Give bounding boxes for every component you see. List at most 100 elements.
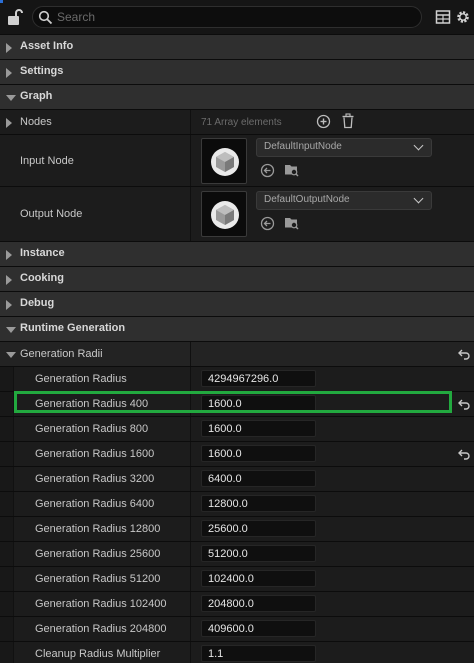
property-label: Generation Radius 25600 (35, 548, 161, 560)
category-label: Instance (20, 247, 65, 259)
property-label: Generation Radius 800 (35, 423, 149, 435)
browse-folder-icon[interactable] (284, 162, 299, 177)
property-generation-radius-1600: Generation Radius 1600 1600.0 (0, 441, 474, 466)
property-generation-radius-12800: Generation Radius 12800 25600.0 (0, 516, 474, 541)
array-count: 71 Array elements (201, 117, 282, 128)
property-label: Generation Radius 3200 (35, 473, 155, 485)
column-splitter[interactable] (190, 442, 191, 466)
trash-icon[interactable] (341, 113, 355, 129)
corner-accent-icon (0, 0, 3, 3)
reset-to-default-icon[interactable] (458, 448, 471, 460)
property-generation-radius-800: Generation Radius 800 1600.0 (0, 416, 474, 441)
input-node-combo[interactable]: DefaultInputNode (256, 138, 432, 157)
property-label: Cleanup Radius Multiplier (35, 648, 161, 660)
reset-to-default-icon[interactable] (458, 348, 471, 360)
collapse-arrow-icon (6, 327, 16, 333)
highlight-box (14, 391, 452, 413)
property-generation-radius-6400: Generation Radius 6400 12800.0 (0, 491, 474, 516)
indent-gutter (0, 392, 14, 416)
column-splitter[interactable] (190, 110, 191, 134)
combo-value: DefaultInputNode (264, 141, 342, 152)
output-node-combo[interactable]: DefaultOutputNode (256, 191, 432, 210)
property-label: Generation Radius 12800 (35, 523, 161, 535)
category-cooking[interactable]: Cooking (0, 266, 474, 291)
output-node-thumbnail[interactable] (201, 191, 247, 237)
property-generation-radius: Generation Radius 4294967296.0 (0, 366, 474, 391)
property-generation-radius-3200: Generation Radius 3200 6400.0 (0, 466, 474, 491)
indent-gutter (0, 442, 14, 466)
value-field[interactable]: 51200.0 (201, 545, 316, 562)
property-input-node: Input Node DefaultInputNode (0, 134, 474, 186)
property-generation-radii: Generation Radii (0, 341, 474, 366)
column-splitter[interactable] (190, 342, 191, 366)
value-field[interactable]: 204800.0 (201, 595, 316, 612)
column-splitter[interactable] (190, 467, 191, 491)
property-label: Nodes (20, 116, 52, 128)
column-splitter[interactable] (190, 135, 191, 186)
value-field[interactable]: 12800.0 (201, 495, 316, 512)
indent-gutter (0, 617, 14, 641)
search-input[interactable] (57, 9, 407, 25)
value-field[interactable]: 4294967296.0 (201, 370, 316, 387)
category-runtime-generation[interactable]: Runtime Generation (0, 316, 474, 341)
value-field[interactable]: 409600.0 (201, 620, 316, 637)
column-splitter[interactable] (190, 642, 191, 663)
column-splitter[interactable] (190, 617, 191, 641)
collapse-arrow-icon (6, 95, 16, 101)
column-splitter[interactable] (190, 567, 191, 591)
category-settings[interactable]: Settings (0, 59, 474, 84)
gear-icon[interactable] (455, 9, 471, 25)
category-asset-info[interactable]: Asset Info (0, 34, 474, 59)
chevron-down-icon (413, 140, 424, 151)
property-generation-radius-204800: Generation Radius 204800 409600.0 (0, 616, 474, 641)
table-icon[interactable] (435, 9, 451, 25)
indent-gutter (0, 642, 14, 663)
category-label: Asset Info (20, 40, 74, 52)
browse-folder-icon[interactable] (284, 215, 299, 230)
column-splitter[interactable] (190, 542, 191, 566)
category-instance[interactable]: Instance (0, 241, 474, 266)
property-generation-radius-51200: Generation Radius 51200 102400.0 (0, 566, 474, 591)
indent-gutter (0, 417, 14, 441)
column-splitter[interactable] (190, 492, 191, 516)
column-splitter[interactable] (190, 417, 191, 441)
expand-arrow-icon (6, 275, 12, 285)
value-field[interactable]: 6400.0 (201, 470, 316, 487)
indent-gutter (0, 542, 14, 566)
sphere-icon (211, 201, 239, 229)
reset-to-default-icon[interactable] (458, 398, 471, 410)
column-splitter[interactable] (190, 187, 191, 241)
add-element-icon[interactable] (316, 114, 331, 129)
search-box[interactable] (32, 6, 422, 28)
column-splitter[interactable] (190, 592, 191, 616)
indent-gutter (0, 492, 14, 516)
expand-arrow-icon (6, 250, 12, 260)
indent-gutter (0, 467, 14, 491)
column-splitter[interactable] (190, 367, 191, 391)
category-graph[interactable]: Graph (0, 84, 474, 109)
value-field[interactable]: 1600.0 (201, 420, 316, 437)
property-label: Generation Radii (20, 348, 103, 360)
value-field[interactable]: 25600.0 (201, 520, 316, 537)
indent-gutter (0, 367, 14, 391)
expand-arrow-icon (6, 68, 12, 78)
property-label: Generation Radius 1600 (35, 448, 155, 460)
indent-gutter (0, 567, 14, 591)
property-label: Generation Radius 6400 (35, 498, 155, 510)
chevron-down-icon (413, 193, 424, 204)
combo-value: DefaultOutputNode (264, 194, 350, 205)
column-splitter[interactable] (190, 517, 191, 541)
input-node-thumbnail[interactable] (201, 138, 247, 184)
category-label: Cooking (20, 272, 64, 284)
value-field[interactable]: 1.1 (201, 645, 316, 662)
search-icon (38, 10, 53, 25)
indent-gutter (0, 592, 14, 616)
use-selected-icon[interactable] (260, 163, 275, 178)
value-field[interactable]: 1600.0 (201, 445, 316, 462)
use-selected-icon[interactable] (260, 216, 275, 231)
collapse-arrow-icon[interactable] (6, 352, 16, 358)
expand-arrow-icon[interactable] (6, 118, 12, 128)
value-field[interactable]: 102400.0 (201, 570, 316, 587)
lock-open-icon[interactable] (5, 8, 23, 26)
category-debug[interactable]: Debug (0, 291, 474, 316)
